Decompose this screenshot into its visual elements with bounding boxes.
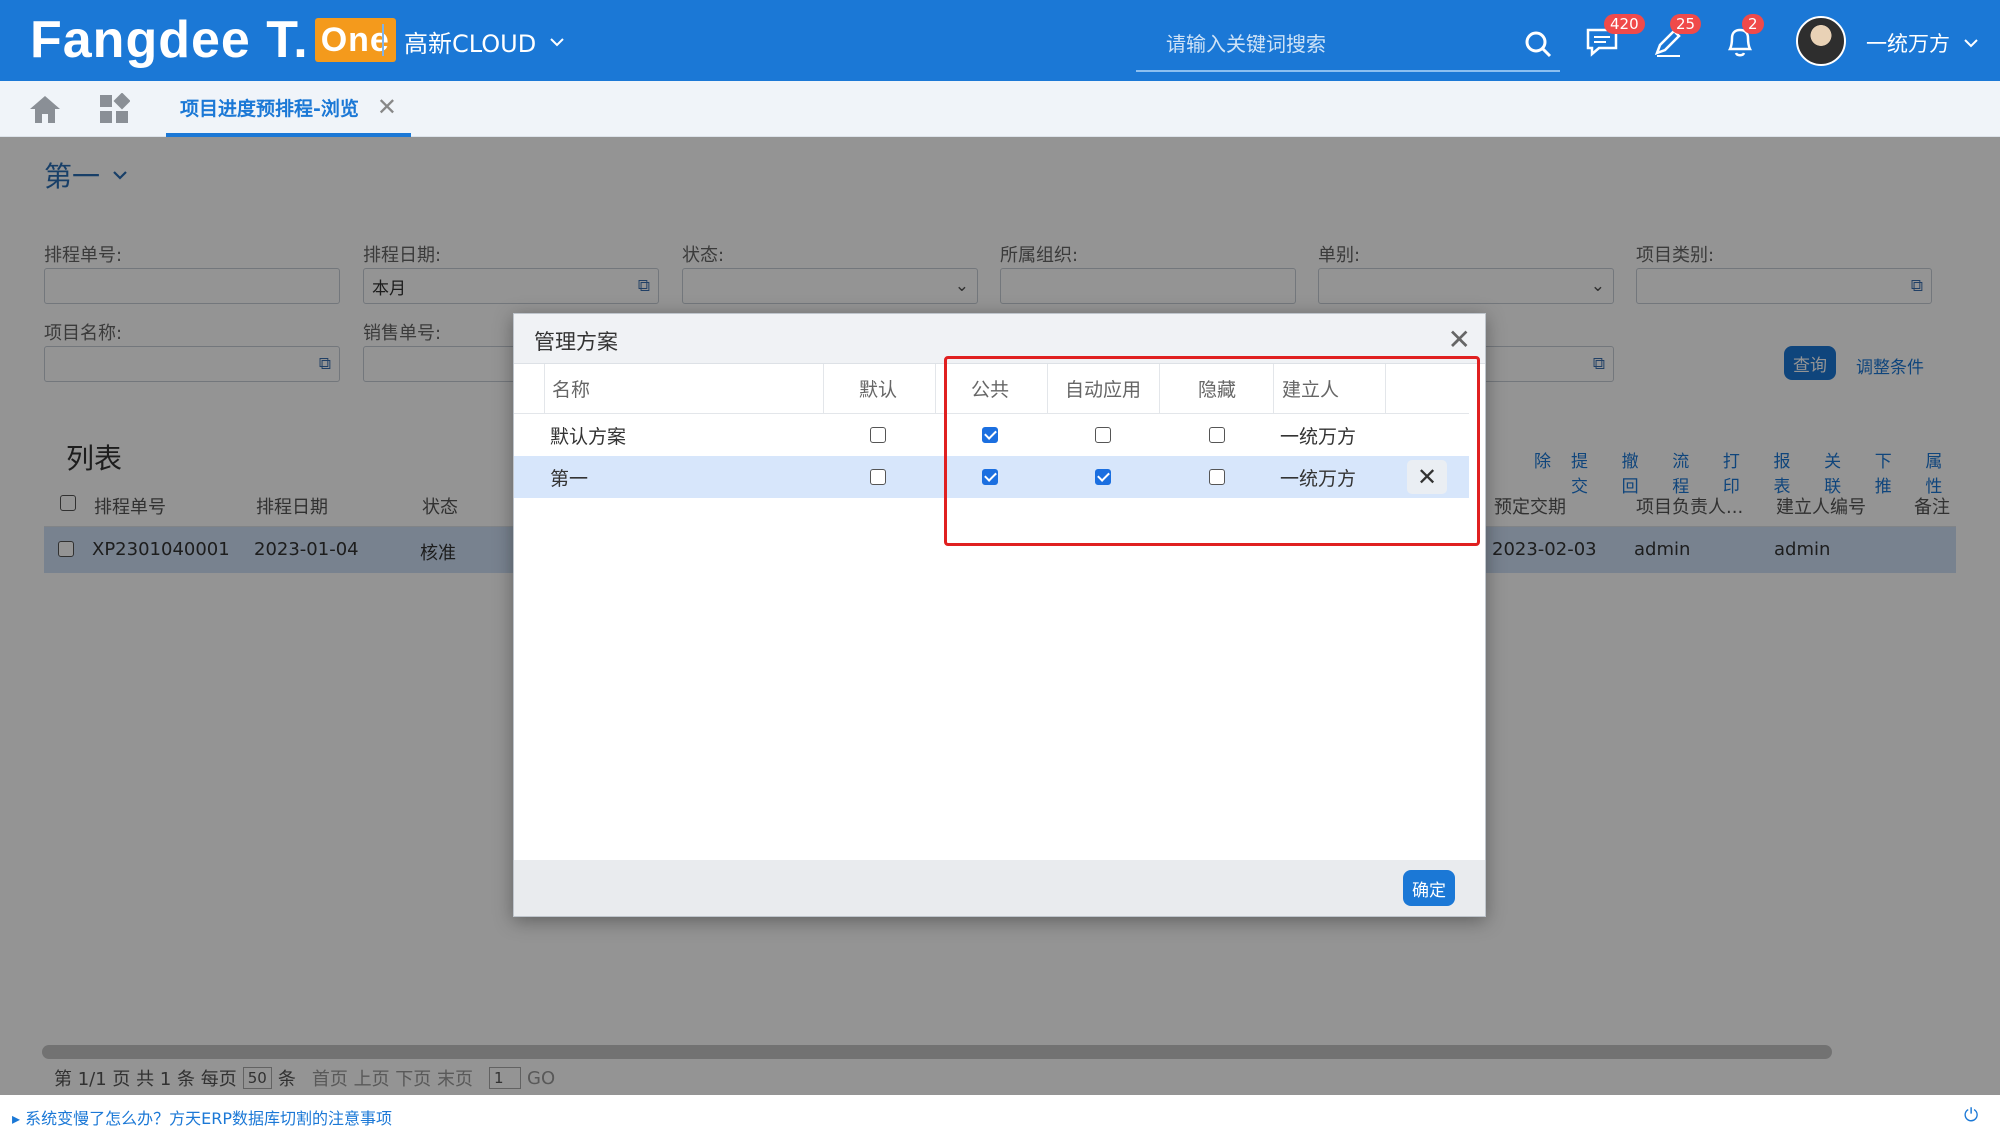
- divider: [1273, 364, 1274, 414]
- close-icon[interactable]: ✕: [377, 93, 397, 121]
- close-icon[interactable]: ✕: [1448, 323, 1471, 356]
- power-icon[interactable]: ⏻: [1964, 1105, 1978, 1126]
- logo-text: Fangdee T.: [30, 11, 309, 69]
- hidden-checkbox[interactable]: [1209, 427, 1225, 443]
- cell: [1047, 456, 1159, 498]
- column-default: 默认: [858, 379, 897, 401]
- dialog-header: 管理方案 ✕: [514, 314, 1485, 364]
- divider: [382, 24, 384, 56]
- edits-badge: 25: [1670, 14, 1702, 34]
- cell: [823, 456, 933, 498]
- company-name: 高新CLOUD: [404, 30, 537, 58]
- auto-apply-checkbox[interactable]: [1095, 469, 1111, 485]
- tab-bar: 项目进度预排程-浏览 ✕: [0, 81, 2000, 137]
- username: 一统万方: [1866, 32, 1950, 56]
- search-input[interactable]: [1136, 32, 1516, 56]
- footer: ▸ 系统变慢了怎么办？方天ERP数据库切割的注意事项 ⏻: [0, 1095, 2000, 1135]
- public-checkbox[interactable]: [982, 469, 998, 485]
- cell: [935, 414, 1045, 456]
- search-icon[interactable]: [1516, 22, 1560, 66]
- chevron-down-icon: [1964, 39, 1978, 48]
- hidden-checkbox[interactable]: [1209, 469, 1225, 485]
- close-icon: ✕: [1416, 463, 1438, 491]
- scheme-creator: 一统万方: [1280, 467, 1357, 490]
- messages-badge: 420: [1604, 14, 1645, 34]
- dialog-footer: 确定: [514, 860, 1485, 916]
- column-creator: 建立人: [1282, 379, 1340, 401]
- delete-scheme-button[interactable]: ✕: [1407, 460, 1447, 494]
- scheme-name: 第一: [550, 467, 589, 490]
- auto-apply-checkbox[interactable]: [1095, 427, 1111, 443]
- global-search: [1136, 18, 1560, 72]
- user-menu[interactable]: 一统万方: [1866, 28, 1978, 58]
- notifications-badge: 2: [1742, 14, 1764, 34]
- cell: [1161, 456, 1273, 498]
- scheme-row-selected[interactable]: 第一 一统万方 ✕: [514, 456, 1469, 498]
- notifications-button[interactable]: 2: [1720, 14, 1764, 62]
- tab-schedule-browse[interactable]: 项目进度预排程-浏览 ✕: [166, 81, 411, 137]
- logo[interactable]: Fangdee T. One: [30, 11, 396, 69]
- footer-link[interactable]: ▸ 系统变慢了怎么办？方天ERP数据库切割的注意事项: [12, 1105, 392, 1129]
- cell: [1161, 414, 1273, 456]
- ok-button[interactable]: 确定: [1403, 870, 1455, 906]
- cell: [823, 414, 933, 456]
- divider: [935, 364, 936, 414]
- divider: [823, 364, 824, 414]
- footer-link-text: 系统变慢了怎么办？方天ERP数据库切割的注意事项: [25, 1109, 393, 1128]
- scheme-creator: 一统万方: [1280, 425, 1357, 448]
- dialog-title: 管理方案: [534, 330, 618, 354]
- top-bar: Fangdee T. One 高新CLOUD 420 25 2 一统万方: [0, 0, 2000, 81]
- cell: ✕: [1407, 456, 1447, 498]
- manage-schemes-dialog: 管理方案 ✕ 名称 默认 公共 自动应用 隐藏 建立人 默认方案 一统万方 第一…: [513, 313, 1486, 917]
- home-icon[interactable]: [28, 93, 62, 125]
- divider: [1047, 364, 1048, 414]
- column-auto-apply: 自动应用: [1064, 379, 1141, 401]
- chevron-down-icon: [550, 37, 564, 46]
- schemes-table-header: 名称 默认 公共 自动应用 隐藏 建立人: [514, 364, 1469, 414]
- tab-label: 项目进度预排程-浏览: [180, 97, 359, 120]
- apps-grid-icon[interactable]: [98, 93, 130, 125]
- default-checkbox[interactable]: [870, 469, 886, 485]
- divider: [544, 364, 545, 414]
- cell: [935, 456, 1045, 498]
- default-checkbox[interactable]: [870, 427, 886, 443]
- messages-button[interactable]: 420: [1582, 14, 1645, 62]
- column-name: 名称: [552, 379, 591, 401]
- public-checkbox[interactable]: [982, 427, 998, 443]
- column-hidden: 隐藏: [1197, 379, 1236, 401]
- scheme-row[interactable]: 默认方案 一统万方: [514, 414, 1469, 456]
- company-selector[interactable]: 高新CLOUD: [404, 24, 564, 59]
- divider: [1385, 364, 1386, 414]
- edits-button[interactable]: 25: [1648, 14, 1702, 62]
- cell: [1047, 414, 1159, 456]
- scheme-name: 默认方案: [550, 425, 627, 448]
- divider: [1159, 364, 1160, 414]
- column-public: 公共: [970, 379, 1009, 401]
- avatar[interactable]: [1796, 16, 1846, 66]
